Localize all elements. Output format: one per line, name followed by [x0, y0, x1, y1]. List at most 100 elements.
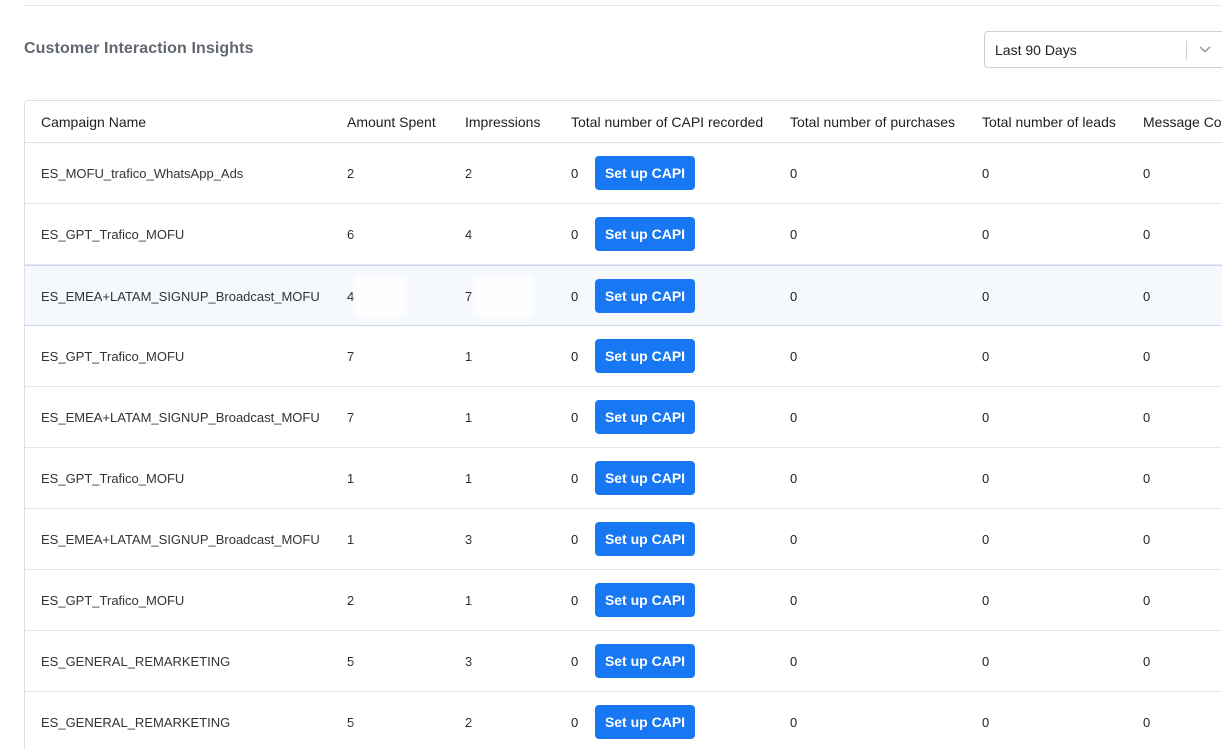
column-header-messages[interactable]: Message Con — [1143, 114, 1222, 130]
chevron-down-icon — [1199, 46, 1211, 53]
column-header-impressions[interactable]: Impressions — [465, 114, 540, 130]
capi-recorded-cell: 0 — [571, 471, 579, 486]
purchases-cell: 0 — [790, 289, 798, 304]
impressions-cell: 7 — [465, 289, 473, 304]
date-range-select[interactable]: Last 90 Days — [984, 31, 1222, 68]
setup-capi-button[interactable]: Set up CAPI — [595, 400, 695, 434]
capi-recorded-cell: 0 — [571, 227, 579, 242]
redacted-amount — [355, 214, 407, 255]
table-row[interactable]: ES_GENERAL_REMARKETING 5 2 0 0 0 0 Set up CAPI — [25, 692, 1222, 750]
leads-cell: 0 — [982, 227, 990, 242]
amount-spent-cell: 5 — [347, 715, 355, 730]
redacted-amount — [355, 276, 407, 317]
setup-capi-button[interactable]: Set up CAPI — [595, 461, 695, 495]
leads-cell: 0 — [982, 166, 990, 181]
table-row[interactable]: ES_GPT_Trafico_MOFU 1 1 0 0 0 0 Set up CAPI — [25, 448, 1222, 509]
insights-table: Campaign Name Amount Spent Impressions T… — [24, 100, 1222, 750]
amount-spent-cell: 4 — [347, 289, 355, 304]
setup-capi-button[interactable]: Set up CAPI — [595, 217, 695, 251]
amount-spent-cell: 2 — [347, 166, 355, 181]
redacted-amount — [355, 702, 407, 743]
leads-cell: 0 — [982, 593, 990, 608]
campaign-name-cell: ES_MOFU_trafico_WhatsApp_Ads — [41, 166, 244, 181]
messages-cell: 0 — [1143, 166, 1151, 181]
impressions-cell: 1 — [465, 471, 473, 486]
campaign-name-cell: ES_GPT_Trafico_MOFU — [41, 471, 185, 486]
table-row[interactable]: ES_GENERAL_REMARKETING 5 3 0 0 0 0 Set up CAPI — [25, 631, 1222, 692]
table-row[interactable]: ES_EMEA+LATAM_SIGNUP_Broadcast_MOFU 7 1 0 0 0… — [25, 387, 1222, 448]
messages-cell: 0 — [1143, 349, 1151, 364]
top-divider — [24, 5, 1222, 6]
messages-cell: 0 — [1143, 593, 1151, 608]
redacted-amount — [355, 397, 407, 438]
table-row[interactable]: ES_EMEA+LATAM_SIGNUP_Broadcast_MOFU 4 7 0 0 0… — [25, 265, 1222, 326]
capi-recorded-cell: 0 — [571, 289, 579, 304]
setup-capi-button[interactable]: Set up CAPI — [595, 339, 695, 373]
amount-spent-cell: 1 — [347, 471, 355, 486]
messages-cell: 0 — [1143, 227, 1151, 242]
campaign-name-cell: ES_GPT_Trafico_MOFU — [41, 349, 185, 364]
capi-recorded-cell: 0 — [571, 349, 579, 364]
campaign-name-cell: ES_GPT_Trafico_MOFU — [41, 227, 185, 242]
messages-cell: 0 — [1143, 471, 1151, 486]
campaign-name-cell: ES_GPT_Trafico_MOFU — [41, 593, 185, 608]
purchases-cell: 0 — [790, 654, 798, 669]
setup-capi-button[interactable]: Set up CAPI — [595, 522, 695, 556]
amount-spent-cell: 7 — [347, 349, 355, 364]
leads-cell: 0 — [982, 532, 990, 547]
redacted-impressions — [473, 214, 533, 255]
leads-cell: 0 — [982, 410, 990, 425]
column-header-campaign-name[interactable]: Campaign Name — [41, 114, 146, 130]
capi-recorded-cell: 0 — [571, 654, 579, 669]
messages-cell: 0 — [1143, 410, 1151, 425]
capi-recorded-cell: 0 — [571, 410, 579, 425]
campaign-name-cell: ES_EMEA+LATAM_SIGNUP_Broadcast_MOFU — [41, 410, 320, 425]
purchases-cell: 0 — [790, 532, 798, 547]
campaign-name-cell: ES_GENERAL_REMARKETING — [41, 654, 231, 669]
table-row[interactable]: ES_GPT_Trafico_MOFU 2 1 0 0 0 0 Set up CAPI — [25, 570, 1222, 631]
setup-capi-button[interactable]: Set up CAPI — [595, 583, 695, 617]
impressions-cell: 3 — [465, 532, 473, 547]
capi-recorded-cell: 0 — [571, 593, 579, 608]
impressions-cell: 1 — [465, 593, 473, 608]
purchases-cell: 0 — [790, 349, 798, 364]
capi-recorded-cell: 0 — [571, 166, 579, 181]
purchases-cell: 0 — [790, 593, 798, 608]
messages-cell: 0 — [1143, 532, 1151, 547]
setup-capi-button[interactable]: Set up CAPI — [595, 705, 695, 739]
table-row[interactable]: ES_GPT_Trafico_MOFU 7 1 0 0 0 0 Set up CAPI — [25, 326, 1222, 387]
select-divider — [1186, 41, 1187, 60]
redacted-impressions — [473, 276, 533, 317]
redacted-impressions — [473, 702, 533, 743]
redacted-amount — [355, 153, 407, 194]
table-header: Campaign Name Amount Spent Impressions T… — [25, 101, 1222, 143]
table-row[interactable]: ES_MOFU_trafico_WhatsApp_Ads 2 2 0 0 0 0 Set up… — [25, 143, 1222, 204]
amount-spent-cell: 1 — [347, 532, 355, 547]
redacted-impressions — [473, 153, 533, 194]
purchases-cell: 0 — [790, 410, 798, 425]
column-header-amount-spent[interactable]: Amount Spent — [347, 114, 436, 130]
redacted-amount — [355, 580, 407, 621]
table-row[interactable]: ES_EMEA+LATAM_SIGNUP_Broadcast_MOFU 1 3 0 0 0… — [25, 509, 1222, 570]
redacted-impressions — [473, 397, 533, 438]
leads-cell: 0 — [982, 654, 990, 669]
table-row[interactable]: ES_GPT_Trafico_MOFU 6 4 0 0 0 0 Set up CAPI — [25, 204, 1222, 265]
capi-recorded-cell: 0 — [571, 715, 579, 730]
messages-cell: 0 — [1143, 289, 1151, 304]
impressions-cell: 2 — [465, 715, 473, 730]
redacted-amount — [355, 336, 407, 377]
impressions-cell: 1 — [465, 410, 473, 425]
redacted-impressions — [473, 641, 533, 682]
setup-capi-button[interactable]: Set up CAPI — [595, 279, 695, 313]
campaign-name-cell: ES_GENERAL_REMARKETING — [41, 715, 231, 730]
campaign-name-cell: ES_EMEA+LATAM_SIGNUP_Broadcast_MOFU — [41, 532, 320, 547]
amount-spent-cell: 6 — [347, 227, 355, 242]
setup-capi-button[interactable]: Set up CAPI — [595, 156, 695, 190]
column-header-purchases[interactable]: Total number of purchases — [790, 114, 955, 130]
setup-capi-button[interactable]: Set up CAPI — [595, 644, 695, 678]
column-header-capi-recorded[interactable]: Total number of CAPI recorded — [571, 114, 763, 130]
column-header-leads[interactable]: Total number of leads — [982, 114, 1116, 130]
redacted-impressions — [473, 580, 533, 621]
redacted-impressions — [473, 458, 533, 499]
amount-spent-cell: 5 — [347, 654, 355, 669]
